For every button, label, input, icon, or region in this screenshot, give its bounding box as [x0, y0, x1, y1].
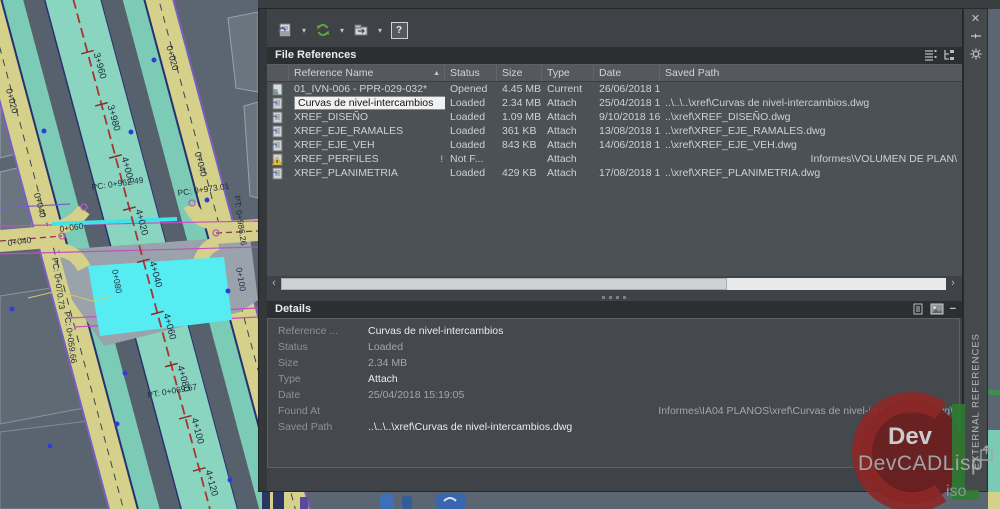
- table-row[interactable]: XREF_EJE_RAMALES Loaded 361 KB Attach 13…: [267, 124, 962, 138]
- xref-dwg-icon: [271, 111, 284, 124]
- horizontal-scrollbar[interactable]: ‹ ›: [267, 277, 960, 291]
- detail-row: Saved Path..\..\..\xref\Curvas de nivel-…: [268, 419, 959, 435]
- table-row[interactable]: 01_IVN-006 - PPR-029-032* Opened 4.45 MB…: [267, 82, 962, 96]
- collapse-details-button[interactable]: −: [950, 303, 956, 315]
- missing-ref-alert: !: [440, 152, 443, 166]
- attach-dropdown-arrow[interactable]: ▾: [299, 26, 309, 35]
- palette-content: ▾ ▾ ▾: [258, 8, 963, 492]
- detail-value-date: 25/04/2018 15:19:05: [368, 387, 959, 403]
- palette-title-bar[interactable]: ✕ EXTERNAL REFERENCES: [963, 8, 988, 492]
- scrollbar-thumb[interactable]: [281, 278, 727, 290]
- table-row[interactable]: XREF_DISEÑO Loaded 1.09 MB Attach 9/10/2…: [267, 110, 962, 124]
- screenshot-stage: 0+020 0+040 0+020 0+040: [0, 0, 1000, 509]
- table-row[interactable]: XREF_PERFILES! Not F... Attach \Informes…: [267, 152, 962, 166]
- close-palette-button[interactable]: ✕: [964, 9, 987, 27]
- detail-value-reference-name[interactable]: Curvas de nivel-intercambios: [368, 323, 959, 339]
- column-header-date[interactable]: Date: [594, 65, 660, 81]
- splitter-grip-icon: [602, 296, 628, 299]
- detail-value-status: Loaded: [368, 339, 959, 355]
- refresh-button[interactable]: [313, 20, 333, 40]
- detail-row: Size2.34 MB: [268, 355, 959, 371]
- path-dropdown-arrow[interactable]: ▾: [375, 26, 385, 35]
- xref-toolbar: ▾ ▾ ▾: [275, 18, 409, 42]
- auto-hide-pin-icon: [970, 30, 982, 42]
- table-row[interactable]: XREF_PLANIMETRIA Loaded 429 KB Attach 17…: [267, 166, 962, 180]
- detail-row: StatusLoaded: [268, 339, 959, 355]
- column-header-size[interactable]: Size: [497, 65, 542, 81]
- refresh-dropdown-arrow[interactable]: ▾: [337, 26, 347, 35]
- attach-dwg-button[interactable]: [275, 20, 295, 40]
- help-icon: ?: [391, 22, 408, 39]
- details-view-icon[interactable]: [912, 303, 924, 315]
- detail-value-size: 2.34 MB: [368, 355, 959, 371]
- detail-value-saved-path: ..\..\..\xref\Curvas de nivel-intercambi…: [368, 419, 959, 435]
- scroll-right-arrow[interactable]: ›: [946, 277, 960, 291]
- detail-value-found-at: \Informes\IA04 PLANOS\xref\Curvas de niv…: [368, 403, 959, 419]
- panel-splitter[interactable]: [267, 293, 962, 301]
- list-view-icon[interactable]: [924, 49, 937, 61]
- refresh-icon: [315, 22, 331, 38]
- properties-gear-button[interactable]: [964, 45, 987, 63]
- details-header: Details −: [267, 301, 962, 318]
- palette-side-title: EXTERNAL REFERENCES: [970, 333, 981, 469]
- xref-dwg-icon: [271, 125, 284, 138]
- details-panel: Reference ...Curvas de nivel-intercambio…: [267, 318, 960, 468]
- tree-view-icon[interactable]: [943, 49, 956, 61]
- palette-left-border: [259, 9, 267, 491]
- current-drawing-icon: [271, 83, 284, 96]
- detail-row: Found At\Informes\IA04 PLANOS\xref\Curva…: [268, 403, 959, 419]
- detail-value-type[interactable]: Attach: [368, 371, 959, 387]
- xref-dwg-icon: [271, 167, 284, 180]
- detail-row: Reference ...Curvas de nivel-intercambio…: [268, 323, 959, 339]
- xref-dwg-icon: [271, 97, 284, 110]
- detail-row: TypeAttach: [268, 371, 959, 387]
- column-header-reference-name[interactable]: Reference Name ▲: [289, 65, 445, 81]
- preview-view-icon[interactable]: [930, 303, 944, 315]
- detail-row: Date25/04/2018 15:19:05: [268, 387, 959, 403]
- scroll-left-arrow[interactable]: ‹: [267, 277, 281, 291]
- scrollbar-track[interactable]: [281, 278, 946, 290]
- file-references-header: File References: [267, 47, 962, 64]
- column-header-type[interactable]: Type: [542, 65, 594, 81]
- table-row[interactable]: XREF_EJE_VEH Loaded 843 KB Attach 14/06/…: [267, 138, 962, 152]
- xref-dwg-icon: [271, 139, 284, 152]
- attach-dwg-icon: [277, 22, 293, 38]
- column-header-saved-path[interactable]: Saved Path: [660, 65, 962, 81]
- file-references-title: File References: [275, 49, 356, 61]
- rename-edit-field[interactable]: Curvas de nivel-intercambios: [294, 96, 445, 110]
- xref-not-found-icon: [271, 153, 284, 166]
- gear-icon: [970, 48, 982, 60]
- auto-hide-pin-button[interactable]: [964, 27, 987, 45]
- table-row-selected[interactable]: Curvas de nivel-intercambios Loaded 2.34…: [267, 96, 962, 110]
- external-references-palette: ▾ ▾ ▾: [258, 8, 988, 492]
- help-button[interactable]: ?: [389, 20, 409, 40]
- change-path-icon: [353, 22, 369, 38]
- table-header-row: Reference Name ▲ Status Size Type Date S…: [267, 65, 962, 82]
- change-path-button[interactable]: [351, 20, 371, 40]
- details-title: Details: [275, 303, 311, 315]
- sort-ascending-icon: ▲: [433, 66, 440, 81]
- column-header-status[interactable]: Status: [445, 65, 497, 81]
- file-references-table: Reference Name ▲ Status Size Type Date S…: [267, 64, 962, 276]
